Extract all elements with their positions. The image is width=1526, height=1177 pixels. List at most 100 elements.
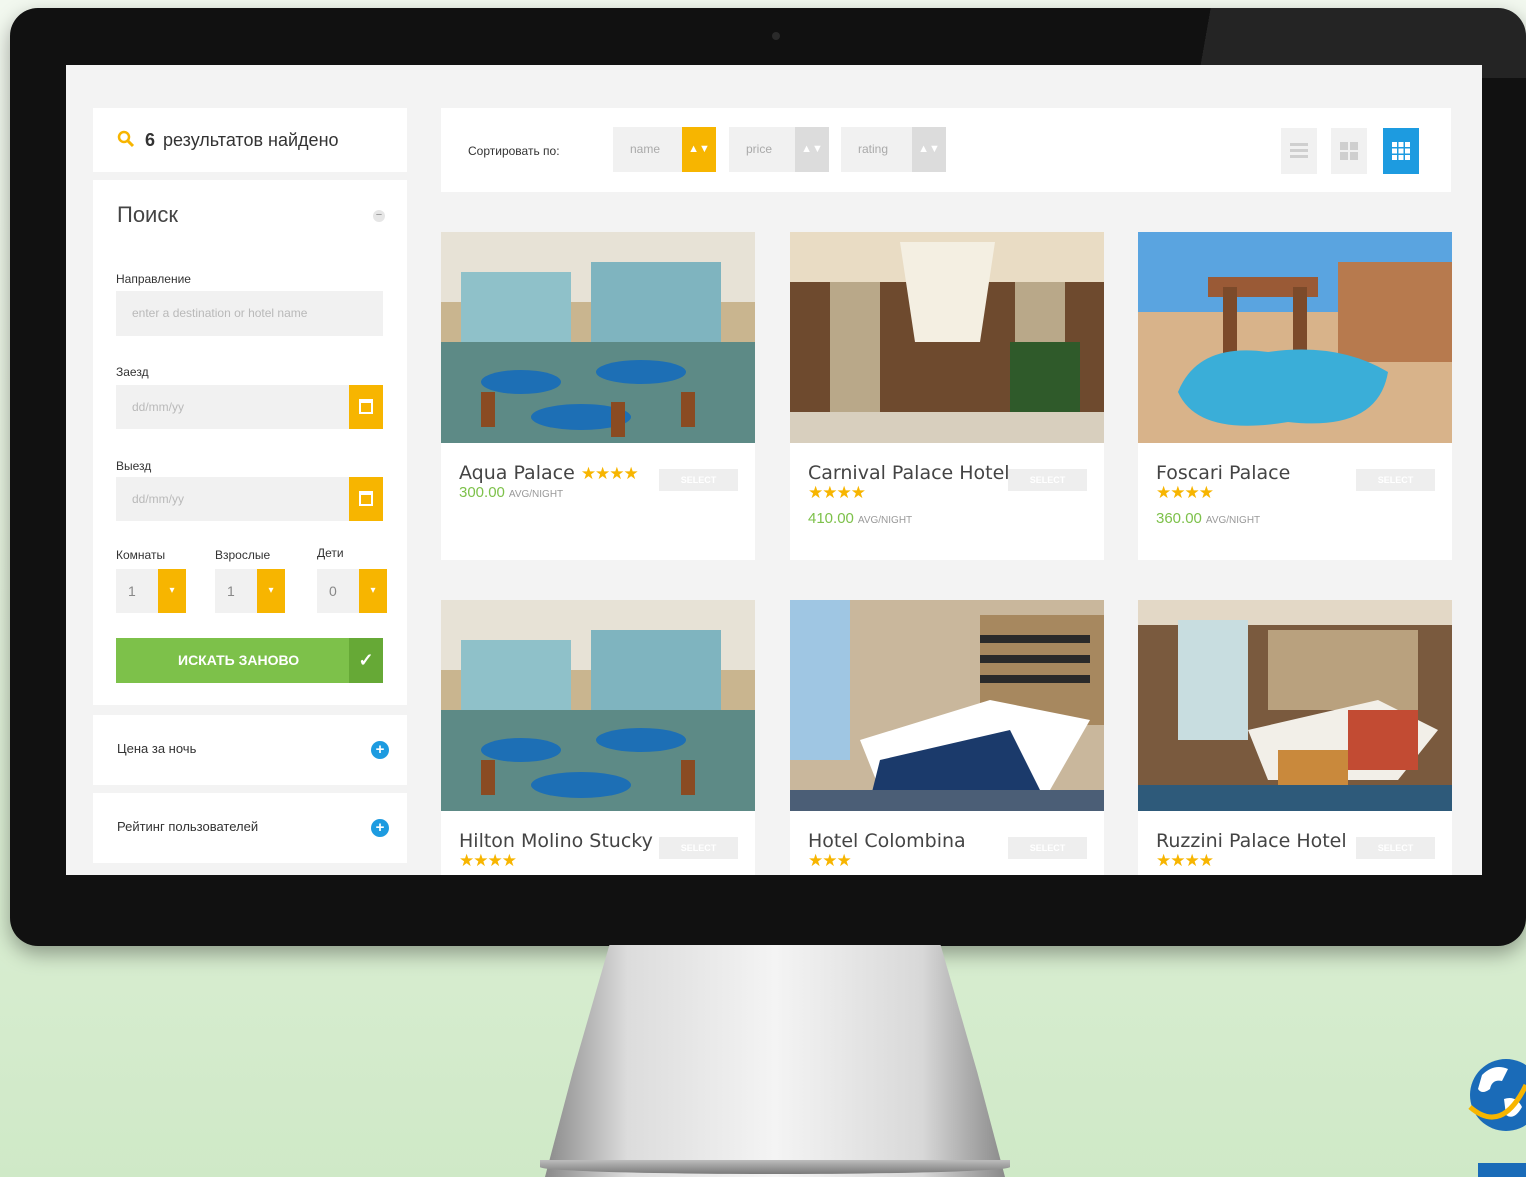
block-view-button[interactable]: [1383, 128, 1419, 174]
select-button[interactable]: SELECT: [659, 837, 738, 859]
hotel-card[interactable]: Carnival Palace Hotel ★★★★ 410.00 AVG/NIG…: [790, 232, 1104, 560]
hotel-stars-row: ★★★: [808, 851, 852, 871]
children-input[interactable]: 0: [317, 569, 359, 613]
hotel-card[interactable]: Hotel Colombina ★★★ SELECT: [790, 600, 1104, 875]
block-view-icon: [1392, 142, 1410, 160]
price-unit: AVG/NIGHT: [857, 515, 913, 526]
search-again-button[interactable]: ИСКАТЬ ЗАНОВО ✓: [116, 638, 383, 683]
price-unit: AVG/NIGHT: [1205, 515, 1261, 526]
hotel-photo-restaurant: [441, 232, 755, 443]
star-rating: ★★★★: [808, 483, 866, 502]
sort-by-rating[interactable]: rating ▲▼: [841, 127, 946, 172]
hotel-stars-row: ★★★★: [1156, 483, 1214, 503]
sort-arrows-icon: ▲▼: [795, 127, 829, 172]
search-title: Поиск: [117, 202, 178, 227]
camera-dot: [772, 32, 780, 40]
hotel-photo-suite: [1138, 600, 1452, 811]
hotel-photo-lobby: [790, 232, 1104, 443]
adults-label: Взрослые: [215, 548, 271, 562]
expand-plus-icon[interactable]: +: [371, 819, 389, 837]
hotel-card[interactable]: Aqua Palace ★★★★ 300.00 AVG/NIGHT SELECT: [441, 232, 755, 560]
hotel-stars-row: ★★★★: [808, 483, 866, 503]
checkout-input[interactable]: dd/mm/yy: [116, 477, 349, 521]
rooms-stepper[interactable]: ▾: [158, 569, 186, 613]
grid-view-button[interactable]: [1331, 128, 1367, 174]
star-rating: ★★★★: [1156, 483, 1214, 502]
price-value: 360.00: [1156, 510, 1202, 527]
rooms-label: Комнаты: [116, 548, 166, 562]
hotel-name-text: Carnival Palace Hotel: [808, 462, 1010, 484]
sort-label: Сортировать по:: [468, 144, 560, 158]
hotel-name: Aqua Palace ★★★★: [459, 462, 639, 484]
sort-option-label: name: [630, 142, 661, 156]
checkin-input[interactable]: dd/mm/yy: [116, 385, 349, 429]
hotel-price: 360.00 AVG/NIGHT: [1156, 510, 1260, 527]
hotel-name-text: Ruzzini Palace Hotel: [1156, 830, 1347, 852]
list-view-button[interactable]: [1281, 128, 1317, 174]
hotel-photo-restaurant: [441, 600, 755, 811]
hotel-stars-row: ★★★★: [459, 851, 517, 871]
sort-by-price[interactable]: price ▲▼: [729, 127, 829, 172]
adults-stepper[interactable]: ▾: [257, 569, 285, 613]
hotel-name: Foscari Palace: [1156, 462, 1290, 484]
sort-option-label: price: [746, 142, 773, 156]
select-button[interactable]: SELECT: [1356, 469, 1435, 491]
globe-logo: [1468, 1059, 1526, 1177]
star-rating: ★★★★: [459, 851, 517, 870]
results-text: 6 результатов найдено: [145, 130, 339, 151]
adults-input[interactable]: 1: [215, 569, 257, 613]
price-value: 410.00: [808, 510, 854, 527]
hotel-name-text: Hotel Colombina: [808, 830, 966, 852]
sort-option-label: rating: [858, 142, 889, 156]
select-button[interactable]: SELECT: [1008, 469, 1087, 491]
destination-label: Направление: [116, 272, 191, 286]
hotel-name-text: Foscari Palace: [1156, 462, 1291, 484]
hotel-name: Ruzzini Palace Hotel: [1156, 830, 1347, 852]
hotel-card[interactable]: Ruzzini Palace Hotel ★★★★ SELECT: [1138, 600, 1452, 875]
filter-rating[interactable]: Рейтинг пользователей +: [93, 793, 407, 863]
expand-plus-icon[interactable]: +: [371, 741, 389, 759]
results-panel: 6 результатов найдено: [93, 108, 407, 172]
results-count: 6: [145, 130, 156, 150]
sort-arrows-icon: ▲▼: [682, 127, 716, 172]
hotel-price: 410.00 AVG/NIGHT: [808, 510, 912, 527]
checkout-calendar-icon[interactable]: [349, 477, 383, 521]
hotel-name: Carnival Palace Hotel: [808, 462, 1010, 484]
price-value: 300.00: [459, 484, 505, 501]
checkout-label: Выезд: [116, 459, 152, 473]
hotel-name-text: Hilton Molino Stucky: [459, 830, 653, 852]
sort-by-name[interactable]: name ▲▼: [613, 127, 716, 172]
hotel-name: Hotel Colombina: [808, 830, 966, 852]
hotel-stars-row: ★★★★: [1156, 851, 1214, 871]
search-again-label: ИСКАТЬ ЗАНОВО: [178, 652, 300, 668]
hotel-photo-pool: [1138, 232, 1452, 443]
collapse-icon[interactable]: −: [373, 210, 385, 222]
select-button[interactable]: SELECT: [1356, 837, 1435, 859]
children-stepper[interactable]: ▾: [359, 569, 387, 613]
hotel-card[interactable]: Hilton Molino Stucky ★★★★ SELECT: [441, 600, 755, 875]
list-view-icon: [1290, 143, 1308, 158]
price-unit: AVG/NIGHT: [508, 489, 564, 500]
rooms-input[interactable]: 1: [116, 569, 158, 613]
monitor-stand-foot: [540, 1160, 1010, 1174]
hotel-photo-bedroom: [790, 600, 1104, 811]
select-button[interactable]: SELECT: [1008, 837, 1087, 859]
destination-input[interactable]: enter a destination or hotel name: [116, 291, 383, 336]
search-icon: [117, 130, 135, 148]
results-label: результатов найдено: [163, 130, 339, 150]
filter-rating-label: Рейтинг пользователей: [117, 819, 259, 834]
monitor-stand: [545, 945, 1005, 1177]
sort-bar: Сортировать по: name ▲▼ price ▲▼ rating …: [441, 108, 1451, 192]
checkin-calendar-icon[interactable]: [349, 385, 383, 429]
hotel-card[interactable]: Foscari Palace ★★★★ 360.00 AVG/NIGHT SELE…: [1138, 232, 1452, 560]
sort-arrows-icon: ▲▼: [912, 127, 946, 172]
children-label: Дети: [317, 546, 344, 560]
star-rating: ★★★: [808, 851, 852, 870]
grid-view-icon: [1340, 142, 1358, 160]
checkin-label: Заезд: [116, 365, 149, 379]
hotel-name: Hilton Molino Stucky: [459, 830, 653, 852]
star-rating: ★★★★: [580, 464, 639, 484]
check-icon: ✓: [349, 638, 383, 683]
select-button[interactable]: SELECT: [659, 469, 738, 491]
filter-price[interactable]: Цена за ночь +: [93, 715, 407, 785]
